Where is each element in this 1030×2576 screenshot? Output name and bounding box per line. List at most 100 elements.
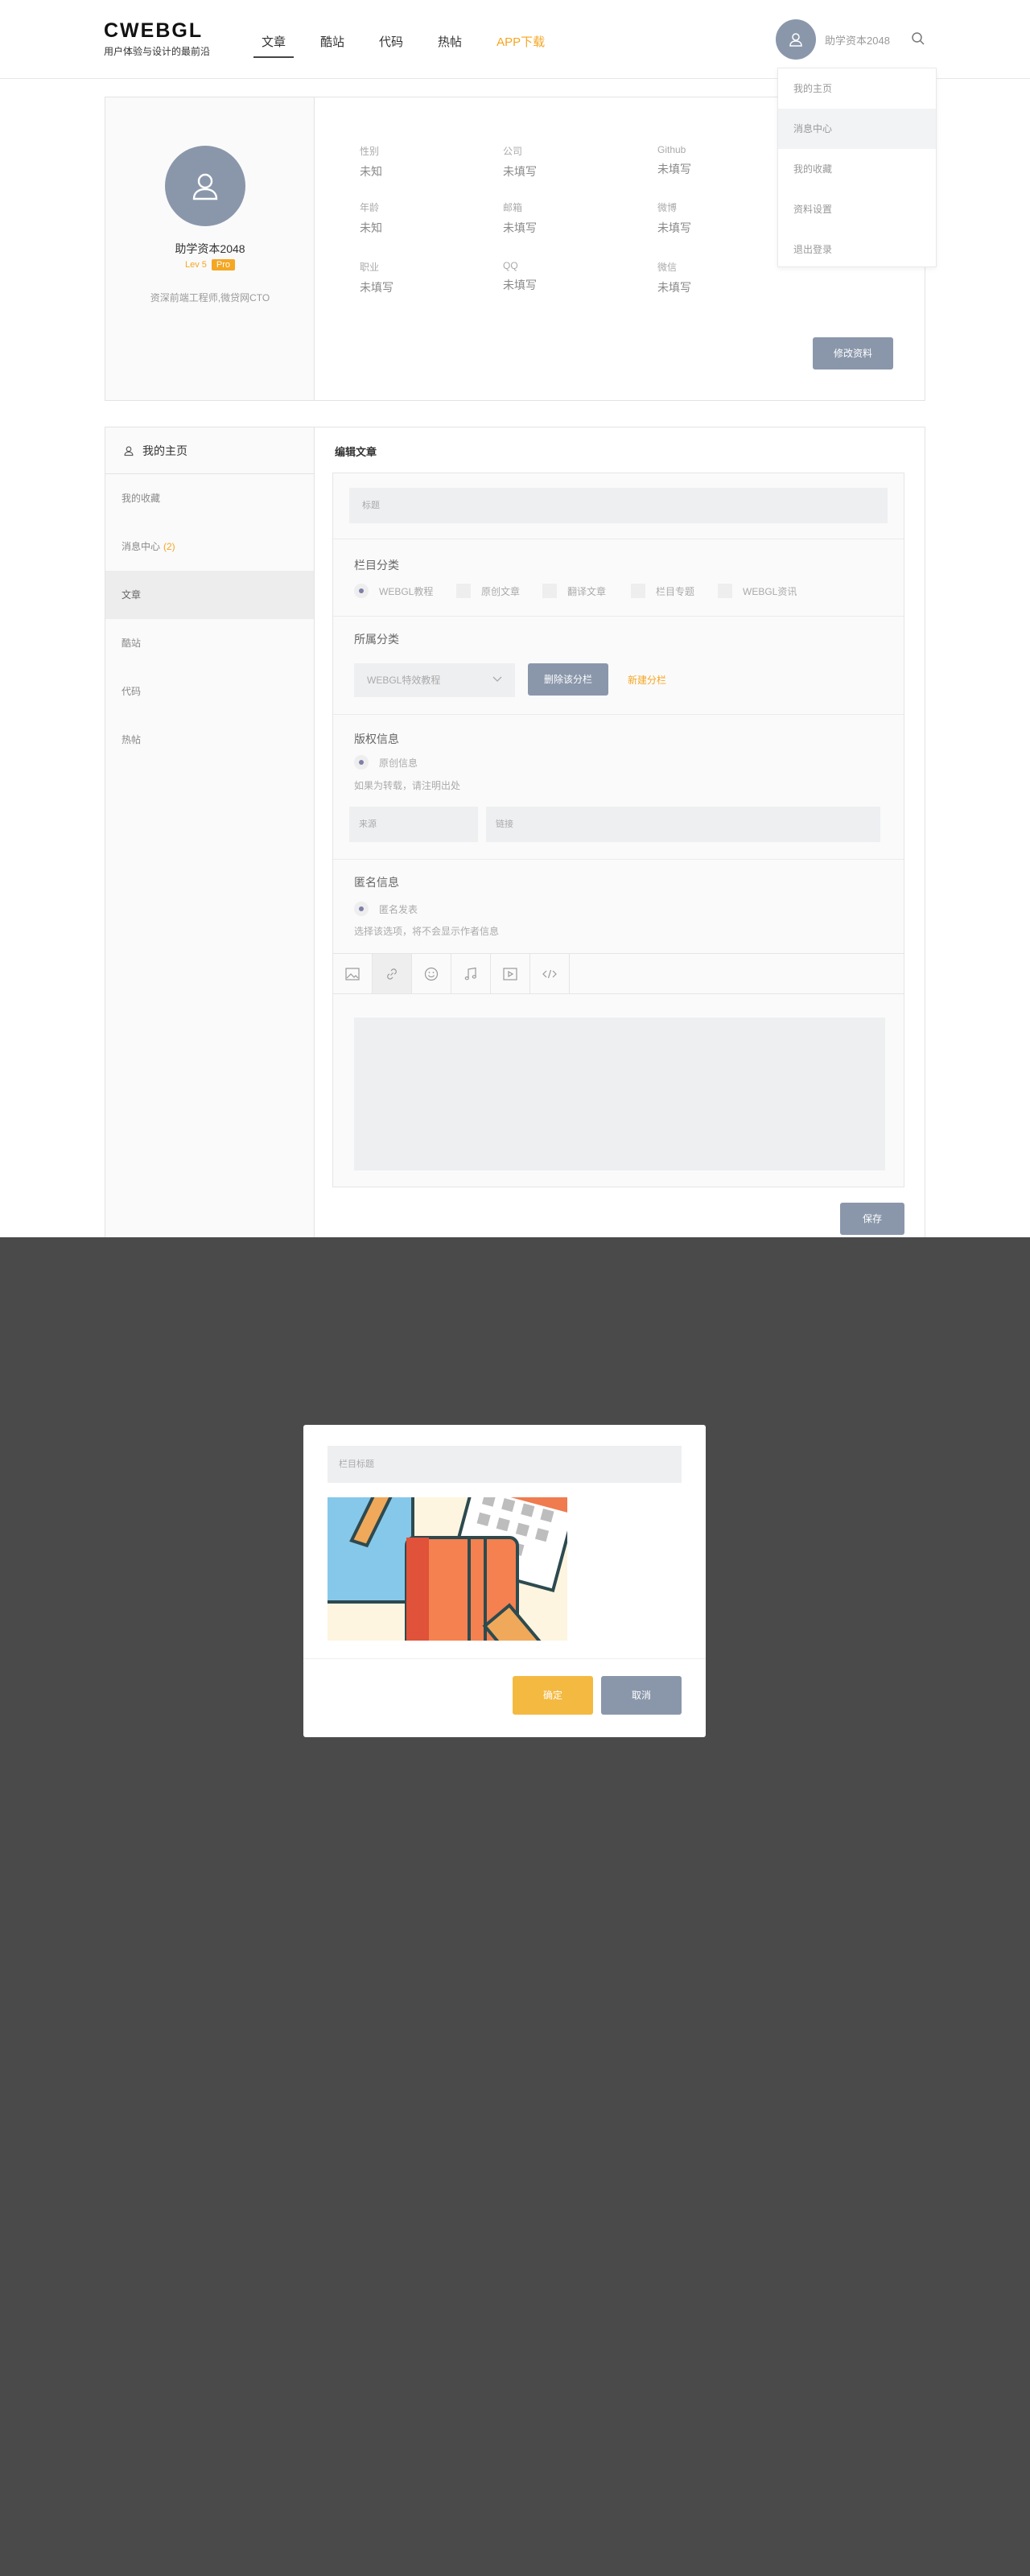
field-label: 性别 — [360, 146, 380, 157]
checkbox-webgl-news[interactable]: WEBGL资讯 — [718, 584, 797, 598]
sidebar-item-label: 酷站 — [122, 638, 142, 649]
sidebar-item-label: 消息中心 — [122, 541, 161, 552]
user-dropdown-menu: 我的主页 消息中心 我的收藏 资料设置 退出登录 — [777, 68, 937, 267]
title-input[interactable]: 标题 — [349, 488, 888, 523]
radio-indicator — [354, 584, 369, 598]
smile-icon — [424, 967, 439, 980]
toolbar-emoji-button[interactable] — [412, 954, 451, 993]
toolbar-image-button[interactable] — [333, 954, 373, 993]
anonymous-hint: 选择该选项，将不会显示作者信息 — [354, 926, 500, 937]
dropdown-item-logout[interactable]: 退出登录 — [778, 229, 936, 270]
checkbox-label: 栏目专题 — [656, 585, 695, 597]
checkbox-indicator — [456, 584, 471, 598]
new-group-link[interactable]: 新建分栏 — [628, 673, 666, 687]
category-label: 栏目分类 — [354, 559, 399, 572]
search-icon[interactable] — [911, 31, 925, 46]
chevron-down-icon — [492, 676, 502, 682]
profile-description: 资深前端工程师,微贷网CTO — [150, 292, 270, 303]
category-section: 栏目分类 WEBGL教程 原创文章 翻译文章 栏目专题 WEBGL资讯 — [333, 539, 904, 617]
dropdown-item-settings[interactable]: 资料设置 — [778, 189, 936, 229]
checkbox-translated[interactable]: 翻译文章 — [542, 584, 606, 598]
sidebar-item-favorites[interactable]: 我的收藏 — [105, 474, 314, 522]
link-icon — [387, 968, 397, 980]
profile-summary: 助学资本2048 Lev 5 Pro 资深前端工程师,微贷网CTO — [105, 97, 315, 400]
field-value: 未填写 — [503, 279, 537, 291]
checkbox-indicator — [718, 584, 732, 598]
checkbox-label: 翻译文章 — [567, 585, 607, 597]
sidebar-title: 我的主页 — [142, 444, 187, 457]
column-title-input[interactable]: 栏目标题 — [328, 1446, 682, 1483]
code-icon — [542, 969, 557, 978]
content-textarea[interactable] — [354, 1018, 885, 1170]
user-icon — [789, 33, 802, 47]
column-cover-image[interactable] — [328, 1497, 567, 1641]
radio-original-info[interactable]: 原创信息 — [354, 755, 418, 770]
group-select-value: WEBGL特效教程 — [367, 675, 441, 686]
field-value: 未填写 — [503, 221, 537, 234]
group-select[interactable]: WEBGL特效教程 — [354, 663, 515, 697]
sidebar-item-articles[interactable]: 文章 — [105, 571, 314, 619]
header-username[interactable]: 助学资本2048 — [825, 32, 890, 47]
radio-anonymous[interactable]: 匿名发表 — [354, 902, 418, 916]
toolbar-link-button[interactable] — [373, 954, 412, 993]
sidebar-header[interactable]: 我的主页 — [105, 427, 314, 474]
field-label: QQ — [503, 260, 518, 271]
sidebar: 我的主页 我的收藏 消息中心 (2) 文章 酷站 代码 热帖 — [105, 427, 315, 1263]
editor-heading: 编辑文章 — [335, 446, 377, 458]
video-icon — [503, 967, 517, 980]
field-label: 微博 — [657, 202, 678, 213]
field-value: 未填写 — [503, 165, 537, 178]
toolbar-code-button[interactable] — [530, 954, 570, 993]
profile-name: 助学资本2048 — [175, 242, 245, 255]
field-email: 邮箱 未填写 — [503, 200, 624, 236]
nav-articles[interactable]: 文章 — [253, 33, 295, 59]
copyright-hint: 如果为转载，请注明出处 — [354, 780, 461, 791]
field-job: 职业 未填写 — [360, 260, 480, 295]
logo[interactable]: CWEBGL 用户体验与设计的最前沿 — [104, 19, 210, 58]
link-input[interactable]: 链接 — [486, 807, 880, 842]
sidebar-item-cool-sites[interactable]: 酷站 — [105, 619, 314, 667]
edit-profile-button[interactable]: 修改资料 — [813, 337, 893, 369]
field-value: 未填写 — [360, 281, 393, 294]
nav-cool-sites[interactable]: 酷站 — [320, 33, 344, 59]
user-icon — [124, 446, 134, 456]
copyright-label: 版权信息 — [354, 733, 399, 745]
sidebar-item-messages[interactable]: 消息中心 (2) — [105, 522, 314, 571]
dropdown-item-messages[interactable]: 消息中心 — [778, 109, 936, 149]
radio-indicator — [354, 902, 369, 916]
logo-title: CWEBGL — [104, 19, 204, 42]
user-icon — [192, 173, 218, 200]
modal-divider — [303, 1658, 706, 1659]
checkbox-label: WEBGL资讯 — [743, 585, 797, 597]
nav-code[interactable]: 代码 — [379, 33, 403, 59]
dropdown-item-home[interactable]: 我的主页 — [778, 68, 936, 109]
cancel-button[interactable]: 取消 — [601, 1676, 682, 1715]
confirm-button[interactable]: 确定 — [513, 1676, 593, 1715]
sidebar-item-hot-posts[interactable]: 热帖 — [105, 716, 314, 764]
field-label: Github — [657, 144, 686, 155]
checkbox-original[interactable]: 原创文章 — [456, 584, 520, 598]
logo-subtitle: 用户体验与设计的最前沿 — [104, 46, 211, 57]
field-label: 公司 — [503, 146, 523, 157]
main-nav: 文章 酷站 代码 热帖 APP下载 — [253, 33, 579, 59]
group-label: 所属分类 — [354, 633, 399, 646]
field-label: 邮箱 — [503, 202, 523, 213]
field-value: 未填写 — [657, 281, 691, 294]
profile-level: Lev 5 — [184, 260, 207, 270]
toolbar-music-button[interactable] — [451, 954, 491, 993]
source-input[interactable]: 来源 — [349, 807, 478, 842]
radio-webgl-tutorial[interactable]: WEBGL教程 — [354, 584, 433, 598]
sidebar-item-code[interactable]: 代码 — [105, 667, 314, 716]
save-button[interactable]: 保存 — [840, 1203, 904, 1235]
toolbar-video-button[interactable] — [491, 954, 530, 993]
pro-badge: Pro — [211, 259, 236, 270]
group-section: 所属分类 WEBGL特效教程 删除该分栏 新建分栏 — [333, 617, 904, 715]
nav-hot-posts[interactable]: 热帖 — [438, 33, 462, 59]
dropdown-item-favorites[interactable]: 我的收藏 — [778, 149, 936, 189]
checkbox-topic[interactable]: 栏目专题 — [631, 584, 694, 598]
image-icon — [345, 967, 360, 980]
nav-app-download[interactable]: APP下载 — [496, 33, 545, 59]
delete-group-button[interactable]: 删除该分栏 — [528, 663, 608, 696]
sidebar-item-label: 我的收藏 — [122, 493, 161, 504]
header-avatar[interactable] — [776, 19, 816, 60]
